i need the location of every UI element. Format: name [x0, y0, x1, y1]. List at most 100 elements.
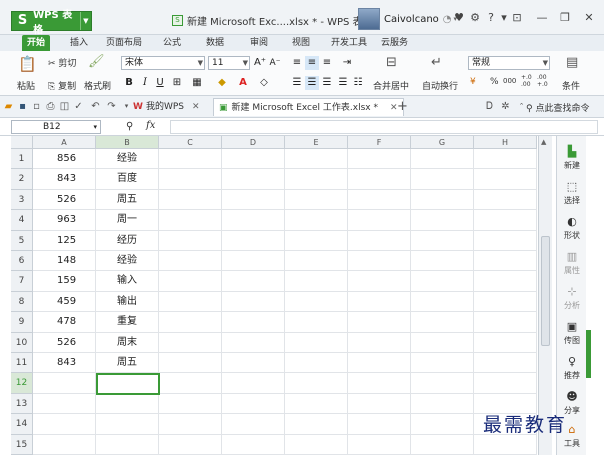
align-right-icon[interactable]: ☰ — [320, 76, 334, 90]
table-cell[interactable] — [96, 434, 159, 455]
table-cell[interactable] — [222, 291, 285, 313]
table-cell[interactable] — [222, 434, 285, 455]
column-header-f[interactable]: F — [348, 136, 411, 149]
table-cell[interactable] — [348, 271, 411, 292]
currency-icon[interactable]: ¥ — [470, 77, 476, 87]
table-cell[interactable] — [474, 210, 537, 231]
column-header-a[interactable]: A — [33, 136, 96, 149]
add-tab-button[interactable]: + — [397, 99, 408, 114]
close-icon[interactable]: ✕ — [580, 10, 598, 26]
row-header[interactable]: 13 — [11, 393, 33, 415]
table-cell[interactable] — [411, 230, 474, 251]
row-header[interactable]: 5 — [11, 230, 33, 251]
tab-home[interactable]: 开始 — [22, 35, 50, 51]
side-shape[interactable]: ◐ 形状 — [557, 216, 587, 241]
selected-cell-b12[interactable] — [96, 373, 160, 395]
table-cell[interactable] — [411, 169, 474, 190]
table-cell[interactable] — [411, 149, 474, 170]
table-cell[interactable] — [474, 291, 537, 313]
table-cell[interactable] — [222, 230, 285, 251]
table-cell[interactable]: 159 — [33, 271, 96, 292]
merge-center-button[interactable]: 合并居中 — [373, 79, 409, 92]
table-cell[interactable] — [474, 353, 537, 374]
print-icon[interactable]: ⎙ — [45, 101, 56, 112]
table-cell[interactable] — [222, 414, 285, 435]
table-cell[interactable] — [474, 230, 537, 251]
borders-icon[interactable]: ⊞ — [170, 76, 184, 90]
table-cell[interactable] — [159, 251, 222, 272]
table-cell[interactable] — [285, 414, 348, 435]
conditional-format-button[interactable]: 条件 — [562, 79, 580, 92]
table-cell[interactable] — [411, 291, 474, 313]
vertical-scrollbar[interactable]: ▲ — [538, 136, 552, 455]
tab-data[interactable]: 数据 — [206, 35, 224, 51]
user-account[interactable]: Caivolcano ◔ ▾ — [358, 8, 457, 30]
scrollbar-thumb[interactable] — [541, 236, 550, 346]
table-cell[interactable] — [348, 230, 411, 251]
print-preview-icon[interactable]: ◫ — [59, 101, 70, 112]
table-cell[interactable] — [411, 251, 474, 272]
table-cell[interactable] — [474, 332, 537, 353]
table-cell[interactable]: 843 — [33, 353, 96, 374]
font-size-select[interactable]: 11 ▼ — [208, 56, 250, 70]
table-cell[interactable] — [222, 373, 285, 394]
table-cell[interactable]: 周五 — [96, 189, 159, 211]
table-cell[interactable] — [159, 434, 222, 455]
table-cell[interactable] — [159, 189, 222, 211]
indent-icon[interactable]: ⇥ — [340, 56, 354, 70]
table-cell[interactable] — [285, 251, 348, 272]
undo-icon[interactable]: ↶ — [90, 101, 101, 112]
insert-function-button[interactable]: fx — [146, 120, 155, 131]
row-header[interactable]: 15 — [11, 434, 33, 455]
table-cell[interactable] — [411, 434, 474, 455]
table-cell[interactable] — [285, 332, 348, 353]
fullscreen-icon[interactable]: ⊡ — [508, 10, 526, 26]
decrease-decimal-button[interactable]: .00 +.0 — [537, 74, 551, 88]
table-cell[interactable] — [474, 373, 537, 394]
side-recommend[interactable]: ♀ 推荐 — [557, 356, 587, 381]
table-cell[interactable]: 459 — [33, 291, 96, 313]
table-cell[interactable] — [159, 332, 222, 353]
table-cell[interactable] — [348, 149, 411, 170]
table-cell[interactable] — [348, 393, 411, 415]
clear-format-icon[interactable]: ◇ — [257, 76, 271, 90]
table-cell[interactable] — [285, 353, 348, 374]
select-all-corner[interactable] — [11, 136, 33, 149]
table-cell[interactable]: 526 — [33, 189, 96, 211]
table-cell[interactable] — [285, 312, 348, 333]
font-name-select[interactable]: 宋体 ▼ — [121, 56, 205, 70]
format-painter-button[interactable]: 格式刷 — [84, 79, 111, 92]
align-bottom-icon[interactable]: ≡ — [320, 56, 334, 70]
table-cell[interactable]: 周一 — [96, 210, 159, 231]
align-top-icon[interactable]: ≡ — [290, 56, 304, 70]
table-cell[interactable] — [348, 434, 411, 455]
cut-button[interactable]: ✂ 剪切 — [48, 56, 76, 69]
table-cell[interactable] — [285, 434, 348, 455]
font-color-icon[interactable]: A — [236, 76, 250, 90]
column-header-d[interactable]: D — [222, 136, 285, 149]
tab-page-layout[interactable]: 页面布局 — [106, 35, 142, 51]
table-cell[interactable] — [96, 393, 159, 415]
align-left-icon[interactable]: ☰ — [290, 76, 304, 90]
table-cell[interactable] — [159, 312, 222, 333]
row-header[interactable]: 2 — [11, 169, 33, 190]
brush-icon[interactable]: 🖌 — [88, 54, 105, 69]
conditional-format-icon[interactable]: ▤ — [566, 55, 578, 70]
table-cell[interactable] — [348, 210, 411, 231]
column-header-e[interactable]: E — [285, 136, 348, 149]
wrap-text-button[interactable]: 自动换行 — [422, 79, 458, 92]
table-cell[interactable] — [33, 373, 96, 394]
table-cell[interactable] — [474, 434, 537, 455]
table-cell[interactable] — [474, 271, 537, 292]
table-cell[interactable]: 经历 — [96, 230, 159, 251]
table-cell[interactable] — [222, 169, 285, 190]
number-format-select[interactable]: 常规 ▼ — [468, 56, 550, 70]
row-header[interactable]: 7 — [11, 271, 33, 292]
row-header[interactable]: 9 — [11, 312, 33, 333]
table-cell[interactable] — [411, 332, 474, 353]
decrease-font-icon[interactable]: A⁻ — [268, 56, 282, 70]
percent-button[interactable]: % — [490, 77, 499, 87]
table-cell[interactable] — [411, 353, 474, 374]
table-cell[interactable] — [33, 414, 96, 435]
table-cell[interactable] — [348, 414, 411, 435]
